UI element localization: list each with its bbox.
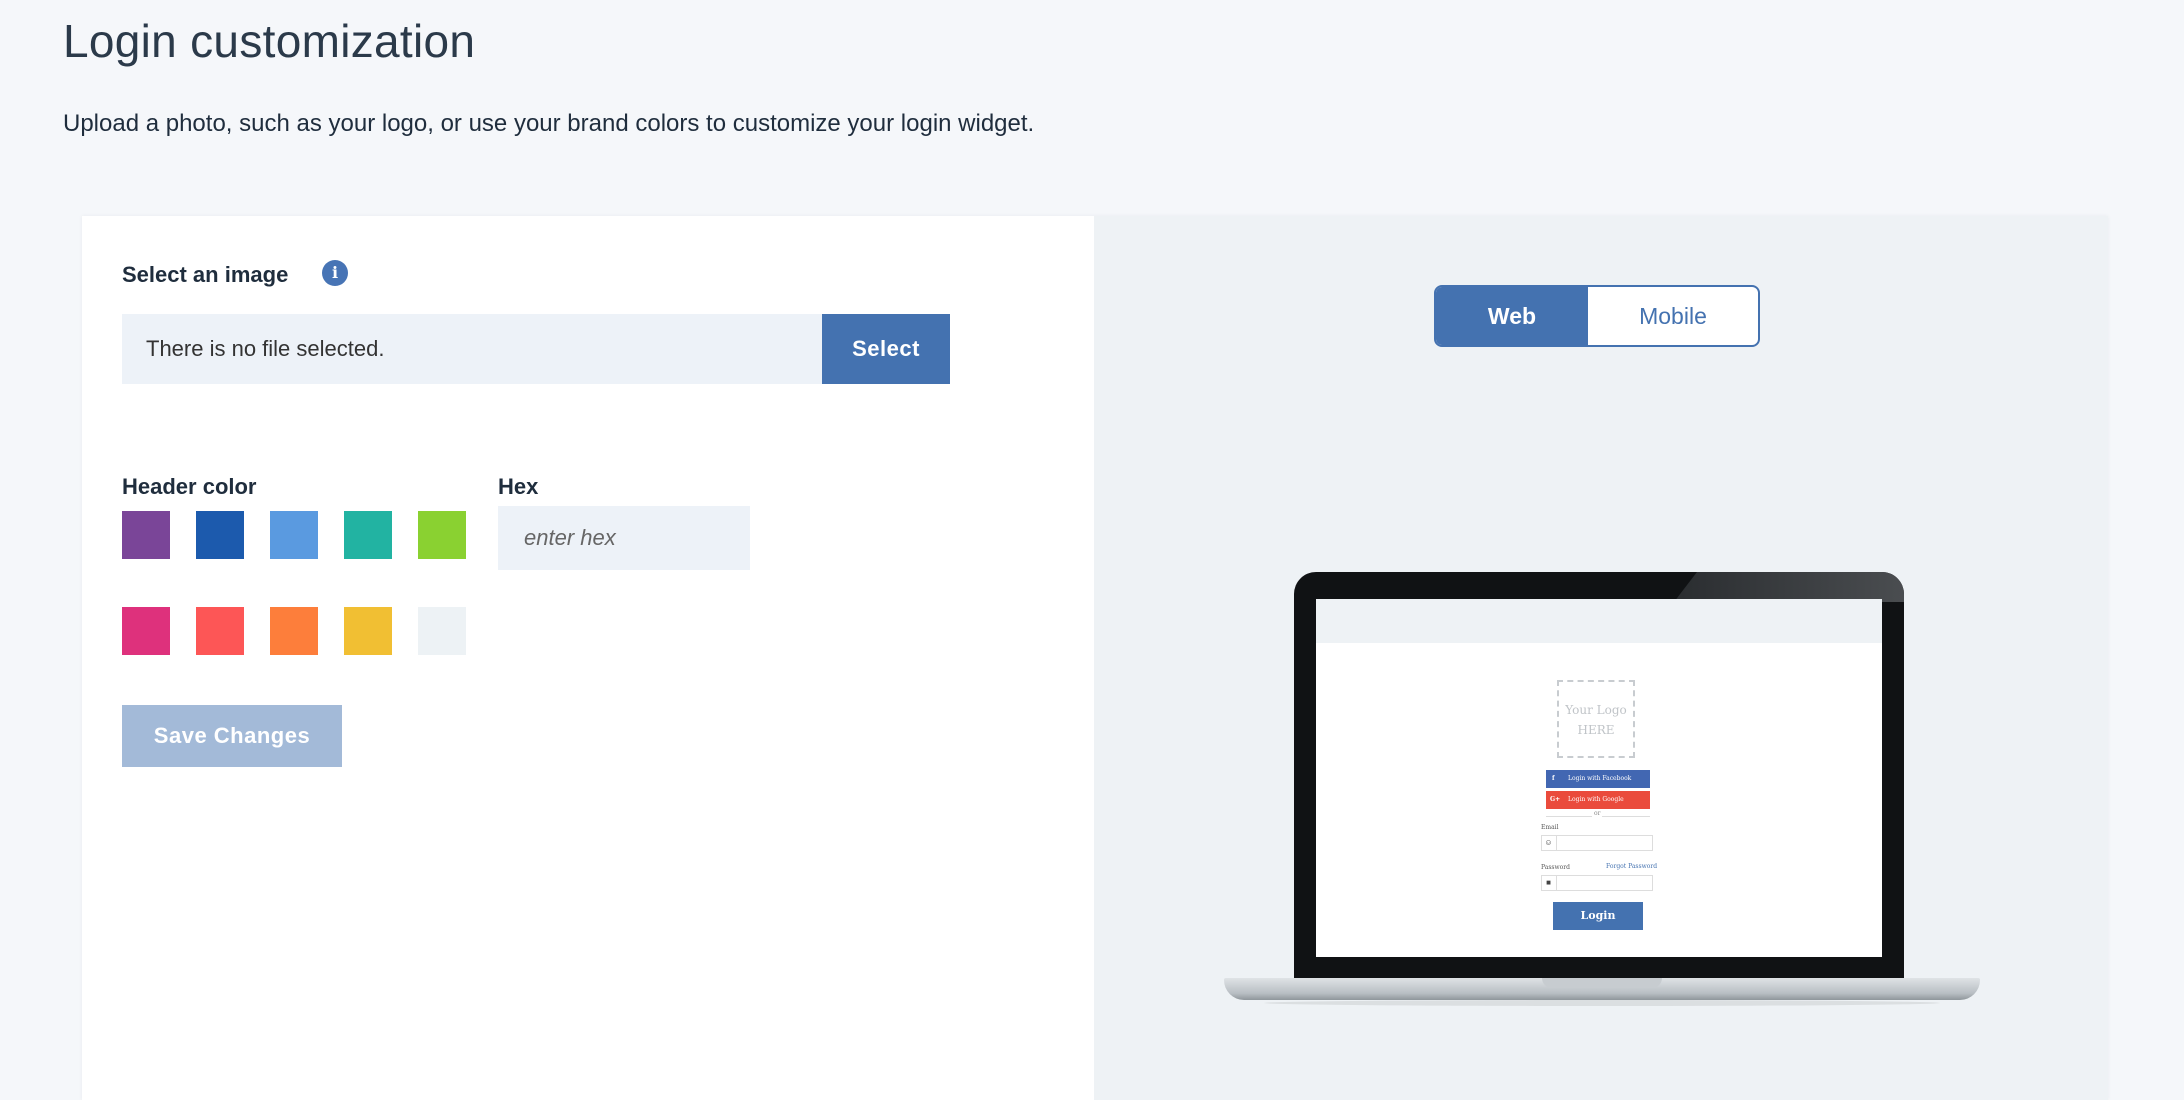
settings-panel: Select an image i There is no file selec…	[82, 216, 1094, 1100]
color-swatch-green[interactable]	[418, 511, 466, 559]
logo-placeholder-line1: Your Logo	[1565, 703, 1627, 717]
file-name-display: There is no file selected.	[122, 314, 822, 384]
color-swatch-red[interactable]	[196, 607, 244, 655]
lock-icon: ■	[1541, 875, 1557, 891]
file-name-text: There is no file selected.	[146, 336, 385, 361]
laptop-preview: Your Logo HERE f Login with Facebook G+ …	[1224, 572, 1980, 1022]
tab-web[interactable]: Web	[1436, 287, 1588, 345]
tab-mobile[interactable]: Mobile	[1588, 287, 1758, 345]
preview-facebook-button: f Login with Facebook	[1546, 770, 1650, 788]
color-swatch-light-blue[interactable]	[270, 511, 318, 559]
google-label: Login with Google	[1568, 796, 1624, 803]
logo-placeholder: Your Logo HERE	[1557, 680, 1635, 758]
preview-panel: Web Mobile Your Logo HERE f Login with F…	[1094, 216, 2108, 1100]
logo-placeholder-line2: HERE	[1577, 723, 1615, 737]
login-widget-preview: Your Logo HERE f Login with Facebook G+ …	[1316, 599, 1882, 957]
preview-header	[1316, 599, 1882, 643]
laptop-lid: Your Logo HERE f Login with Facebook G+ …	[1294, 572, 1904, 984]
page-subtitle: Upload a photo, such as your logo, or us…	[63, 110, 1035, 137]
preview-login-button: Login	[1553, 902, 1643, 930]
header-color-label: Header color	[122, 474, 257, 499]
email-label: Email	[1541, 824, 1559, 831]
save-changes-button[interactable]: Save Changes	[122, 705, 342, 767]
color-swatch-light-gray[interactable]	[418, 607, 466, 655]
google-plus-icon: G+	[1550, 796, 1561, 803]
color-swatch-purple[interactable]	[122, 511, 170, 559]
password-label: Password	[1541, 864, 1570, 871]
color-swatch-yellow[interactable]	[344, 607, 392, 655]
preview-google-button: G+ Login with Google	[1546, 791, 1650, 809]
user-icon: ☺	[1541, 835, 1557, 851]
info-icon[interactable]: i	[322, 260, 348, 286]
laptop-notch	[1542, 978, 1662, 988]
view-toggle: Web Mobile	[1434, 285, 1760, 347]
color-swatch-pink[interactable]	[122, 607, 170, 655]
customization-card: Select an image i There is no file selec…	[82, 216, 2108, 1100]
select-image-label: Select an image	[122, 262, 289, 287]
select-image-button[interactable]: Select	[822, 314, 950, 384]
lid-shine	[1674, 572, 1904, 602]
or-text: or	[1592, 810, 1603, 817]
page-title: Login customization	[63, 15, 476, 67]
hex-label: Hex	[498, 474, 539, 499]
preview-email-field	[1541, 835, 1653, 851]
laptop-shadow	[1264, 1000, 1940, 1006]
color-swatch-teal[interactable]	[344, 511, 392, 559]
forgot-password-link: Forgot Password	[1606, 863, 1658, 870]
color-swatch-orange[interactable]	[270, 607, 318, 655]
facebook-icon: f	[1552, 775, 1555, 782]
color-swatch-dark-blue[interactable]	[196, 511, 244, 559]
preview-password-field	[1541, 875, 1653, 891]
facebook-label: Login with Facebook	[1568, 775, 1632, 782]
hex-input[interactable]	[498, 506, 750, 570]
